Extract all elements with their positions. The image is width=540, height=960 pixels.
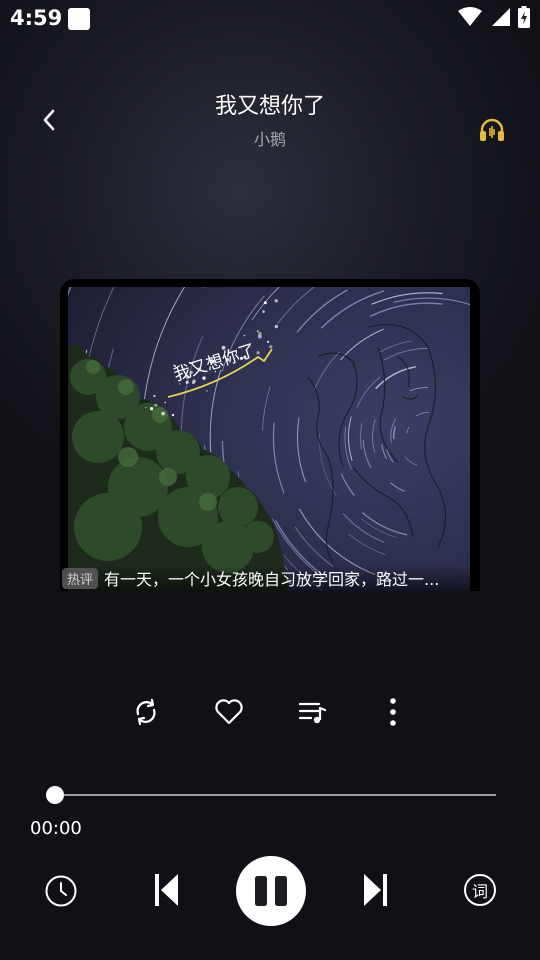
player-header: 我又想你了 小鹅 xyxy=(0,80,540,160)
clock-icon xyxy=(45,875,77,907)
playlist-button[interactable] xyxy=(290,690,334,734)
next-button[interactable] xyxy=(360,872,392,908)
playback-controls: 词 xyxy=(0,856,540,926)
repeat-icon xyxy=(136,698,156,726)
skip-previous-icon xyxy=(155,874,178,906)
album-art: 我又想你了 xyxy=(68,287,470,591)
progress-knob[interactable] xyxy=(46,786,64,804)
hot-comment-bar[interactable]: 热评 有一天，一个小女孩晚自习放学回家，路过一... xyxy=(60,565,480,591)
lyrics-button[interactable]: 词 xyxy=(464,874,496,906)
progress-slider[interactable] xyxy=(46,786,496,804)
progress-track xyxy=(54,794,496,796)
headphones-icon xyxy=(480,118,504,141)
heart-icon xyxy=(215,699,243,725)
playlist-icon xyxy=(298,702,327,724)
play-pause-button[interactable] xyxy=(236,856,306,926)
sleep-timer-button[interactable] xyxy=(44,874,78,908)
skip-next-icon xyxy=(364,874,387,906)
action-row xyxy=(0,690,540,734)
star-trail-image: 我又想你了 xyxy=(68,287,470,591)
status-time: 4:59 xyxy=(10,6,63,30)
favorite-button[interactable] xyxy=(207,690,251,734)
battery-icon xyxy=(518,6,530,28)
sound-effect-button[interactable] xyxy=(478,116,506,144)
status-icons xyxy=(458,6,530,28)
notification-icon xyxy=(68,8,90,30)
more-vertical-icon xyxy=(390,698,396,726)
status-bar: 4:59 xyxy=(0,0,540,38)
hot-comment-text: 有一天，一个小女孩晚自习放学回家，路过一... xyxy=(104,570,440,589)
hot-comment-tag: 热评 xyxy=(62,567,99,589)
artist-name[interactable]: 小鹅 xyxy=(0,126,540,150)
previous-button[interactable] xyxy=(150,872,182,908)
wifi-icon xyxy=(458,7,482,26)
elapsed-time: 00:00 xyxy=(30,818,82,839)
song-title: 我又想你了 xyxy=(214,94,325,119)
lyrics-label: 词 xyxy=(471,882,488,901)
repeat-button[interactable] xyxy=(124,690,168,734)
more-button[interactable] xyxy=(371,690,415,734)
pause-icon xyxy=(255,876,287,906)
signal-icon xyxy=(492,8,510,26)
album-cover[interactable]: 我又想你了 xyxy=(60,279,480,591)
